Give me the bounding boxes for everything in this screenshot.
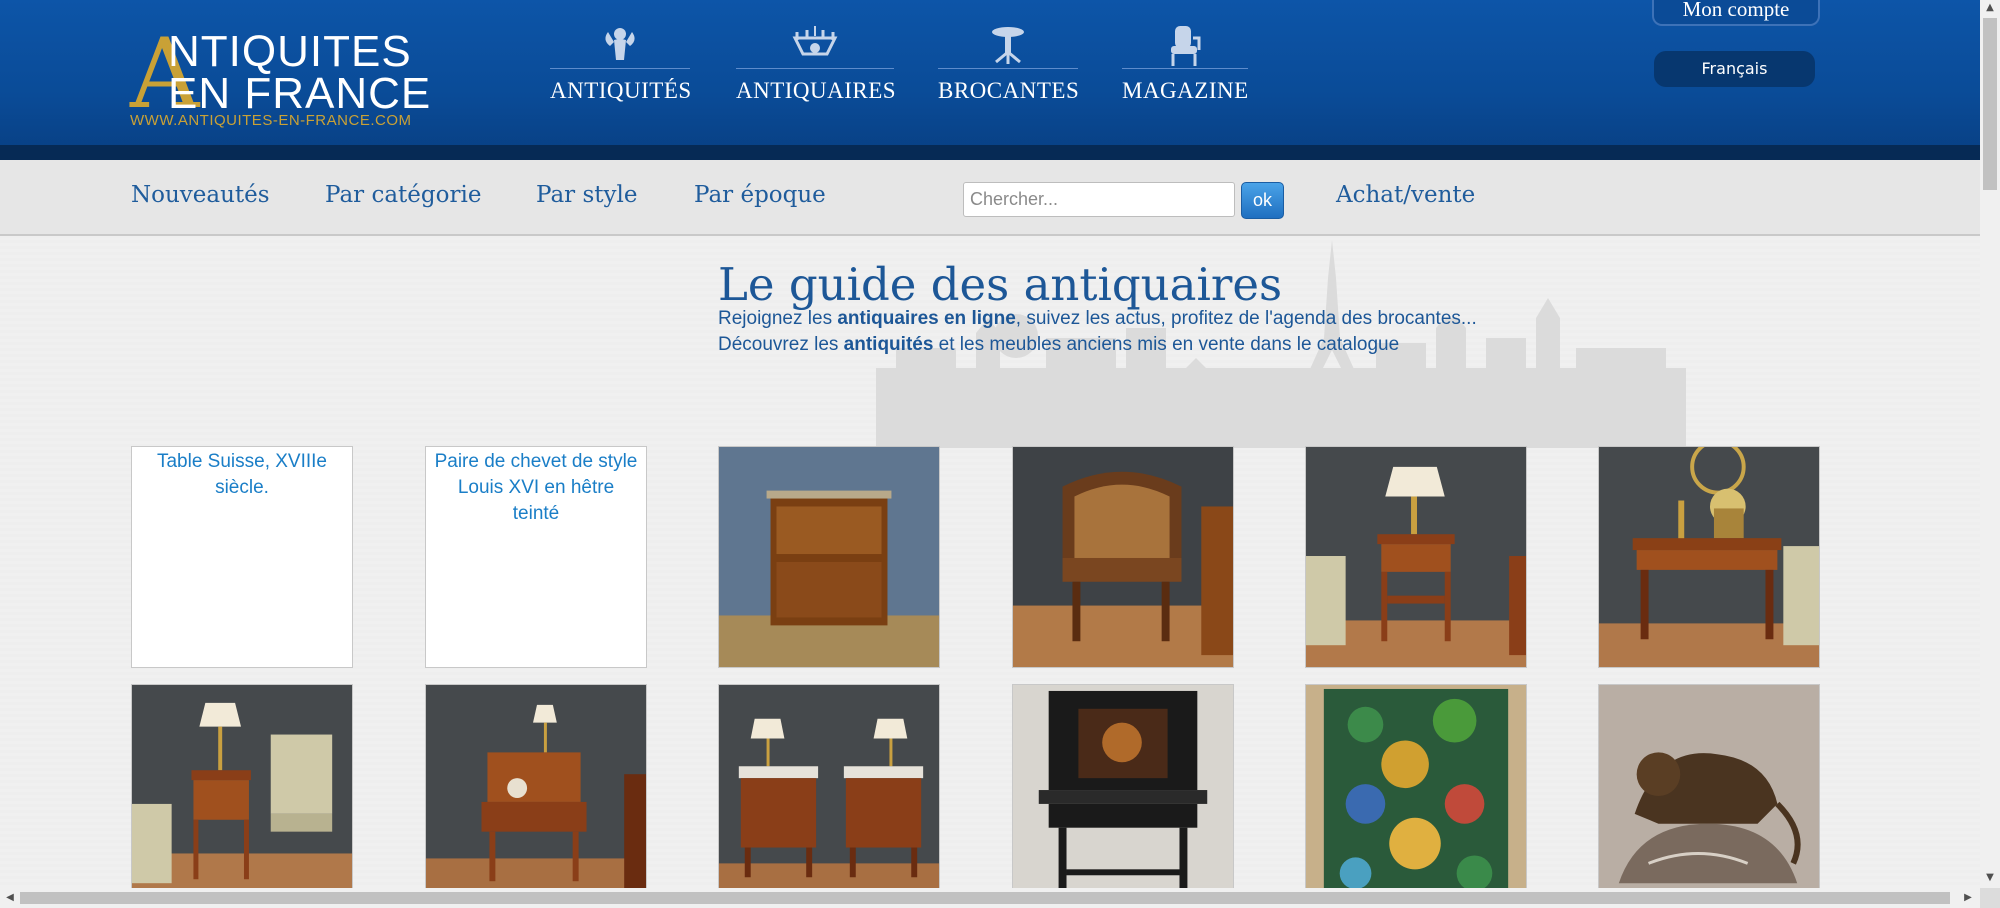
- product-tile[interactable]: [1012, 684, 1234, 906]
- nightstand-lamp-chair-photo: [132, 685, 352, 905]
- nav-magazine[interactable]: MAGAZINE: [1122, 24, 1248, 114]
- cane-armchair-photo: [1013, 447, 1233, 667]
- armchair-icon: [1171, 26, 1201, 66]
- subnav-par-categorie[interactable]: Par catégorie: [325, 182, 481, 208]
- product-tile[interactable]: Table Suisse, XVIIIe siècle.: [131, 446, 353, 668]
- subnav-achat-vente[interactable]: Achat/vente: [1336, 182, 1475, 208]
- product-tile[interactable]: [718, 684, 940, 906]
- horizontal-scroll-thumb[interactable]: [20, 892, 1950, 904]
- nav-rule: [550, 68, 690, 69]
- product-tile[interactable]: [1598, 446, 1820, 668]
- guide-intro-line2: Découvrez les antiquités et les meubles …: [718, 334, 1399, 356]
- nav-brocantes[interactable]: BROCANTES: [938, 24, 1080, 114]
- broken-image-alt: Table Suisse, XVIIIe siècle.: [156, 451, 328, 498]
- search-ok-button[interactable]: ok: [1241, 182, 1284, 219]
- guide-link-antiquaires[interactable]: antiquaires en ligne: [837, 308, 1015, 329]
- vertical-scrollbar[interactable]: ▲ ▼: [1980, 0, 2000, 888]
- site-logo[interactable]: A NTIQUITES EN FRANCE WWW.ANTIQUITES-EN-…: [130, 26, 440, 132]
- header-stripe: [0, 145, 1980, 160]
- product-tile[interactable]: [131, 684, 353, 906]
- scroll-left-arrow-icon[interactable]: ◀: [4, 892, 16, 904]
- nav-label: ANTIQUAIRES: [736, 78, 897, 103]
- site-header: A NTIQUITES EN FRANCE WWW.ANTIQUITES-EN-…: [0, 0, 1980, 160]
- guide-text: Rejoignez les: [718, 308, 838, 329]
- logo-line1: NTIQUITES: [168, 27, 412, 76]
- guide-intro-line1: Rejoignez les antiquaires en ligne, suiv…: [718, 308, 1477, 330]
- nav-label: BROCANTES: [938, 78, 1080, 103]
- search-input[interactable]: [963, 182, 1235, 217]
- subnav-nouveautes[interactable]: Nouveautés: [131, 182, 270, 208]
- product-tile[interactable]: [1012, 446, 1234, 668]
- pedestal-table-icon: [992, 27, 1024, 64]
- guide-text: , suivez les actus, profitez de l'agenda…: [1015, 308, 1477, 329]
- nightstand-lamp-photo: [1306, 447, 1526, 667]
- guide-text: et les meubles anciens mis en vente dans…: [933, 334, 1400, 355]
- chandelier-icon: [792, 26, 838, 56]
- vertical-scroll-thumb[interactable]: [1983, 18, 1997, 190]
- scroll-up-arrow-icon[interactable]: ▲: [1984, 2, 1996, 14]
- nav-label: MAGAZINE: [1122, 78, 1249, 103]
- logo-url: WWW.ANTIQUITES-EN-FRANCE.COM: [130, 112, 412, 129]
- side-table-flowers-photo: [1599, 447, 1819, 667]
- guide-title: Le guide des antiquaires: [718, 258, 1283, 311]
- subnav-par-style[interactable]: Par style: [536, 182, 637, 208]
- small-desk-photo: [426, 685, 646, 905]
- nav-antiquaires[interactable]: ANTIQUAIRES: [736, 24, 897, 114]
- scroll-down-arrow-icon[interactable]: ▼: [1984, 872, 1996, 884]
- logo-line2: EN FRANCE: [168, 69, 432, 118]
- secretaire-photo: [719, 447, 939, 667]
- account-tab[interactable]: Mon compte: [1652, 0, 1820, 26]
- nav-label: ANTIQUITÉS: [550, 78, 692, 103]
- black-cabinet-photo: [1013, 685, 1233, 905]
- cherub-icon: [605, 28, 635, 60]
- pair-nightstands-photo: [719, 685, 939, 905]
- horizontal-scrollbar[interactable]: ◀ ▶: [0, 888, 1980, 908]
- sub-nav: Nouveautés Par catégorie Par style Par é…: [0, 160, 1980, 236]
- scroll-right-arrow-icon[interactable]: ▶: [1962, 892, 1974, 904]
- nav-rule: [1122, 68, 1248, 69]
- product-tile[interactable]: [425, 684, 647, 906]
- nav-rule: [736, 68, 894, 69]
- product-tile[interactable]: [718, 446, 940, 668]
- nav-rule: [938, 68, 1078, 69]
- subnav-par-epoque[interactable]: Par époque: [694, 182, 826, 208]
- language-button[interactable]: Français: [1654, 51, 1815, 87]
- main-content: Le guide des antiquaires Rejoignez les a…: [0, 238, 1980, 906]
- product-tile[interactable]: [1305, 684, 1527, 906]
- product-tile[interactable]: Paire de chevet de style Louis XVI en hê…: [425, 446, 647, 668]
- product-tile[interactable]: [1598, 684, 1820, 906]
- bronze-panther-photo: [1599, 685, 1819, 905]
- painting-photo: [1306, 685, 1526, 905]
- broken-image-alt: Paire de chevet de style Louis XVI en hê…: [434, 451, 638, 524]
- nav-antiquites[interactable]: ANTIQUITÉS: [550, 24, 692, 114]
- guide-text: Découvrez les: [718, 334, 844, 355]
- product-tile[interactable]: [1305, 446, 1527, 668]
- guide-link-antiquites[interactable]: antiquités: [844, 334, 934, 355]
- scrollbar-corner: [1980, 888, 2000, 908]
